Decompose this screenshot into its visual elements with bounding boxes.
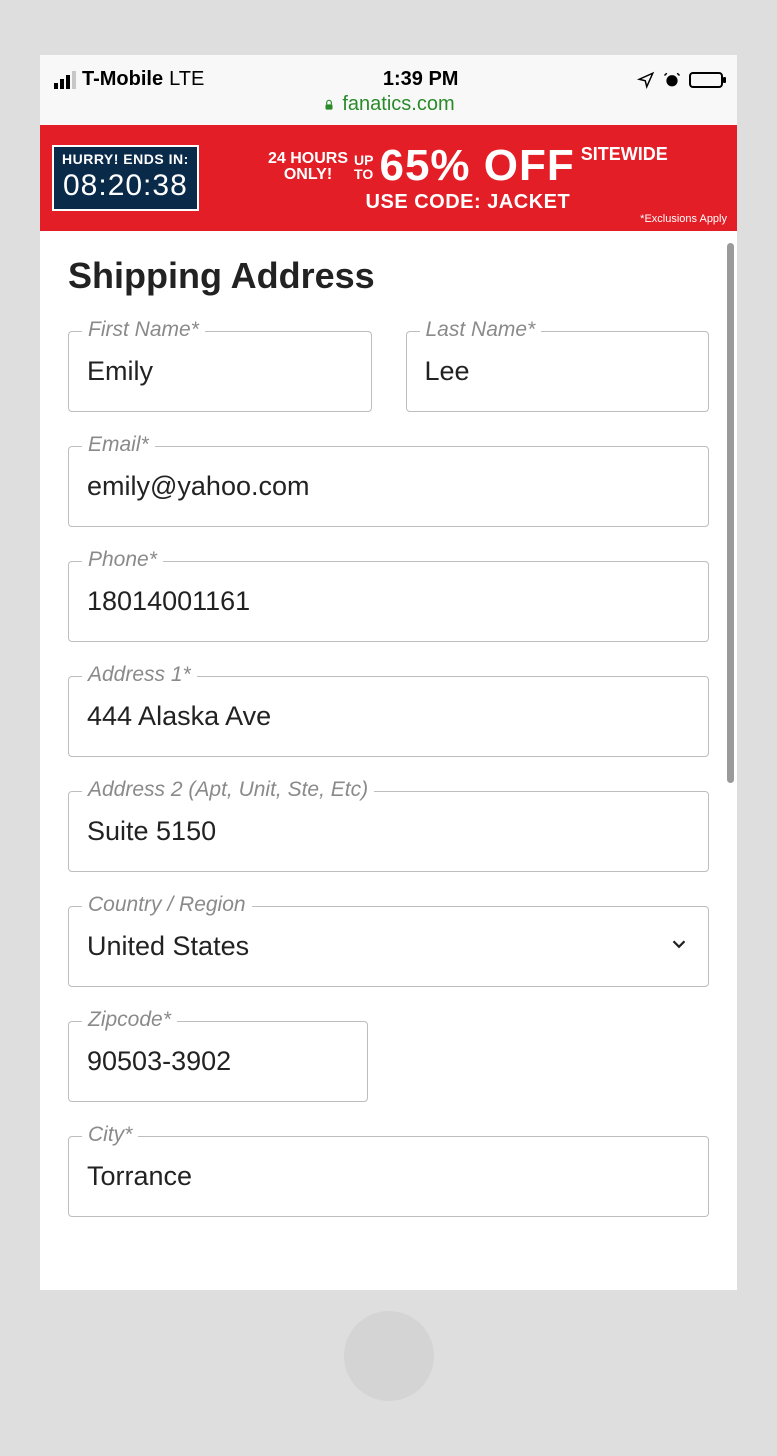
email-label: Email* [82,434,155,455]
phone-frame: T-Mobile LTE 1:39 PM fa [0,0,777,1456]
address2-label: Address 2 (Apt, Unit, Ste, Etc) [82,779,374,800]
alarm-icon [663,71,681,89]
home-indicator[interactable] [344,1311,434,1401]
promo-upto-2: TO [354,167,373,181]
city-label: City* [82,1124,138,1145]
country-value: United States [87,931,249,962]
carrier-label: T-Mobile [82,68,163,91]
battery-icon [689,72,723,88]
status-bar: T-Mobile LTE 1:39 PM fa [40,55,737,125]
phone-input[interactable] [68,561,709,642]
email-input[interactable] [68,446,709,527]
screen: T-Mobile LTE 1:39 PM fa [40,55,737,1290]
lock-icon [322,98,336,112]
last-name-field-wrap: Last Name* [406,331,710,412]
phone-field-wrap: Phone* [68,561,709,642]
clock: 1:39 PM [383,68,459,91]
email-field-wrap: Email* [68,446,709,527]
zip-field-wrap: Zipcode* [68,1021,368,1102]
shipping-form-section: Shipping Address First Name* Last Name* … [40,231,737,1217]
promo-content: 24 HOURS ONLY! UP TO 65% OFF SITEWIDE US… [211,143,725,212]
promo-sitewide: SITEWIDE [581,145,668,164]
address1-label: Address 1* [82,664,197,685]
promo-hours-2: ONLY! [268,167,348,183]
chevron-down-icon [668,931,690,962]
last-name-label: Last Name* [420,319,542,340]
city-field-wrap: City* [68,1136,709,1217]
first-name-field-wrap: First Name* [68,331,372,412]
zip-input[interactable] [68,1021,368,1102]
country-label: Country / Region [82,894,252,915]
promo-exclusions: *Exclusions Apply [640,213,727,225]
promo-hours-1: 24 HOURS [268,151,348,167]
phone-label: Phone* [82,549,163,570]
promo-percent: 65% OFF [379,143,574,189]
countdown-box: HURRY! ENDS IN: 08:20:38 [52,145,199,211]
first-name-label: First Name* [82,319,205,340]
page-title: Shipping Address [68,255,709,297]
scrollbar[interactable] [727,243,734,783]
countdown-time: 08:20:38 [62,169,189,203]
country-field-wrap: Country / Region United States [68,906,709,987]
address2-field-wrap: Address 2 (Apt, Unit, Ste, Etc) [68,791,709,872]
address2-input[interactable] [68,791,709,872]
network-label: LTE [169,68,204,91]
last-name-input[interactable] [406,331,710,412]
promo-banner[interactable]: HURRY! ENDS IN: 08:20:38 24 HOURS ONLY! … [40,125,737,231]
city-input[interactable] [68,1136,709,1217]
address1-input[interactable] [68,676,709,757]
country-select[interactable]: United States [68,906,709,987]
location-arrow-icon [637,71,655,89]
zip-label: Zipcode* [82,1009,177,1030]
url-label: fanatics.com [342,93,454,116]
promo-upto-1: UP [354,153,373,167]
address1-field-wrap: Address 1* [68,676,709,757]
countdown-label: HURRY! ENDS IN: [62,151,189,167]
signal-icon [54,71,76,89]
first-name-input[interactable] [68,331,372,412]
promo-code: USE CODE: JACKET [366,192,571,213]
